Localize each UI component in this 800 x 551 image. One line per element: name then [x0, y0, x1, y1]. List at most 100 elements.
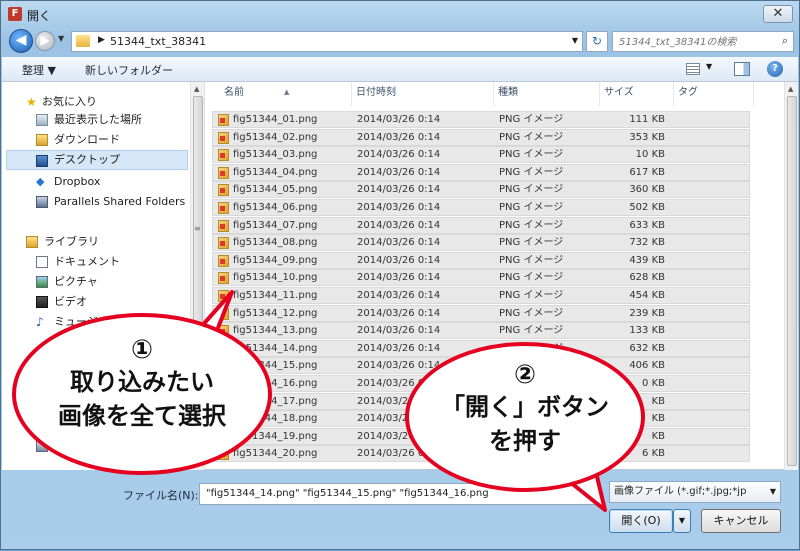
address-dropdown-icon[interactable]: ▼	[572, 36, 578, 45]
new-folder-button[interactable]: 新しいフォルダー	[85, 62, 173, 78]
nav-videos-label: ビデオ	[54, 295, 87, 308]
nav-desktop[interactable]: デスクトップ	[6, 150, 188, 170]
open-button[interactable]: 開く(O)	[609, 509, 673, 533]
nav-downloads[interactable]: ダウンロード	[2, 130, 190, 150]
file-size: KB	[651, 395, 665, 407]
view-options-icon[interactable]	[686, 63, 700, 75]
recent-places-icon	[36, 114, 48, 126]
preview-pane-icon[interactable]	[734, 62, 750, 76]
file-row[interactable]: fig51344_01.png 2014/03/26 0:14 PNG イメージ 11…	[212, 111, 750, 128]
search-box[interactable]: ⌕	[612, 31, 794, 52]
callout-two-number: ②	[513, 360, 536, 390]
file-size: 111 KB	[629, 114, 665, 125]
file-scroll-up-icon[interactable]: ▲	[788, 85, 793, 93]
nav-parallels-shared-label: Parallels Shared Folders	[54, 195, 186, 208]
file-date: 2014/03/26 0:14	[357, 114, 441, 125]
view-dropdown-icon[interactable]: ▼	[706, 62, 712, 71]
column-header-tag[interactable]: タグ	[674, 82, 754, 106]
file-row[interactable]: fig51344_06.png 2014/03/26 0:14 PNG イメージ 50…	[212, 199, 750, 216]
search-input[interactable]	[619, 34, 769, 50]
back-button[interactable]: ◀	[9, 29, 33, 53]
open-options-dropdown[interactable]: ▼	[673, 509, 691, 533]
file-row[interactable]: fig51344_03.png 2014/03/26 0:14 PNG イメージ 10…	[212, 146, 750, 164]
file-name: fig51344_04.png	[233, 166, 318, 178]
nav-recent-places[interactable]: 最近表示した場所	[2, 110, 190, 130]
file-name: fig51344_11.png	[233, 290, 318, 301]
file-size: 239 KB	[629, 307, 665, 319]
file-type: PNG イメージ	[499, 166, 564, 178]
scroll-grip-icon: ≡	[194, 224, 201, 233]
organize-button[interactable]: 整理 ▼	[22, 62, 56, 78]
file-row[interactable]: fig51344_09.png 2014/03/26 0:14 PNG イメージ 43…	[212, 251, 750, 269]
png-file-icon	[218, 219, 229, 232]
file-row[interactable]: fig51344_08.png 2014/03/26 0:14 PNG イメージ 73…	[212, 234, 750, 252]
column-header-date[interactable]: 日付時刻	[352, 82, 494, 106]
nav-downloads-label: ダウンロード	[54, 133, 120, 146]
file-size: 454 KB	[629, 290, 665, 301]
nav-documents-label: ドキュメント	[54, 255, 120, 268]
file-scroll-thumb[interactable]	[787, 96, 797, 466]
callout-one-line2: 画像を全て選択	[58, 402, 226, 430]
file-row[interactable]: fig51344_05.png 2014/03/26 0:14 PNG イメージ 36…	[212, 181, 750, 199]
column-header-type[interactable]: 種類	[494, 82, 600, 106]
file-name: fig51344_12.png	[233, 307, 318, 319]
file-size: 628 KB	[629, 272, 665, 284]
column-header-size[interactable]: サイズ	[600, 82, 674, 106]
file-row[interactable]: fig51344_13.png 2014/03/26 0:14 PNG イメージ 13…	[212, 322, 750, 340]
filetype-select-value: 画像ファイル (*.gif;*.jpg;*jp	[614, 486, 747, 497]
nav-dropbox[interactable]: ◆ Dropbox	[2, 172, 190, 192]
path-separator-icon[interactable]: ▶	[98, 35, 105, 45]
file-size: 133 KB	[629, 325, 665, 337]
file-list-scrollbar[interactable]: ▲	[784, 82, 798, 470]
address-path[interactable]: 51344_txt_38341	[110, 35, 206, 48]
file-type: PNG イメージ	[499, 307, 564, 319]
png-file-icon	[218, 114, 229, 126]
file-date: 2014/03/26 0:14	[357, 219, 441, 231]
downloads-folder-icon	[36, 134, 48, 146]
dropbox-icon: ◆	[36, 175, 45, 188]
file-date: 2014/03/26 0:14	[357, 184, 441, 196]
folder-icon	[76, 35, 90, 47]
nav-parallels-shared[interactable]: Parallels Shared Folders	[2, 192, 190, 212]
file-row[interactable]: fig51344_02.png 2014/03/26 0:14 PNG イメージ 35…	[212, 128, 750, 146]
filetype-dropdown-icon[interactable]: ▼	[770, 482, 776, 502]
file-type: PNG イメージ	[499, 149, 564, 161]
search-icon[interactable]: ⌕	[782, 34, 788, 48]
star-icon: ★	[26, 95, 37, 109]
nav-library[interactable]: ライブラリ	[2, 232, 190, 252]
file-date: 2014/03/26 0:14	[357, 290, 441, 301]
file-row[interactable]: fig51344_11.png 2014/03/26 0:14 PNG イメージ 45…	[212, 287, 750, 304]
filetype-select[interactable]: 画像ファイル (*.gif;*.jpg;*jp ▼	[609, 481, 781, 503]
file-type: PNG イメージ	[499, 237, 564, 249]
nav-documents[interactable]: ドキュメント	[2, 252, 190, 272]
callout-one-line1: 取り込みたい	[70, 368, 214, 396]
column-header-name[interactable]: ▲ 名前	[212, 82, 352, 106]
address-bar[interactable]: ▶ 51344_txt_38341 ▼	[71, 31, 583, 52]
pictures-icon	[36, 276, 48, 288]
nav-videos[interactable]: ビデオ	[2, 292, 190, 312]
close-button[interactable]: ✕	[763, 5, 793, 23]
file-date: 2014/03/26 0:14	[357, 202, 441, 213]
scroll-up-icon[interactable]: ▲	[194, 85, 199, 93]
file-row[interactable]: fig51344_07.png 2014/03/26 0:14 PNG イメージ 63…	[212, 216, 750, 234]
nav-pictures[interactable]: ピクチャ	[2, 272, 190, 292]
shared-folder-icon	[36, 196, 48, 208]
file-row[interactable]: fig51344_04.png 2014/03/26 0:14 PNG イメージ 61…	[212, 163, 750, 181]
file-name: fig51344_20.png	[233, 448, 318, 460]
cancel-button[interactable]: キャンセル	[701, 509, 781, 533]
refresh-button[interactable]: ↻	[586, 31, 608, 52]
file-date: 2014/03/26 0:14	[357, 166, 441, 178]
png-file-icon	[218, 202, 229, 214]
forward-button[interactable]: ▶	[35, 31, 55, 51]
callout-two-line1: 「開く」ボタン	[441, 393, 609, 421]
history-dropdown-icon[interactable]: ▼	[58, 34, 64, 43]
file-row[interactable]: fig51344_10.png 2014/03/26 0:14 PNG イメージ 62…	[212, 269, 750, 287]
file-row[interactable]: fig51344_12.png 2014/03/26 0:14 PNG イメージ 23…	[212, 304, 750, 322]
file-type: PNG イメージ	[499, 114, 564, 125]
documents-icon	[36, 256, 48, 268]
nav-favorites[interactable]: ★ お気に入り	[2, 92, 190, 112]
file-date: 2014/03/26 0:14	[357, 131, 441, 143]
file-type: PNG イメージ	[499, 184, 564, 196]
callout-one-number: ①	[130, 335, 153, 365]
help-icon[interactable]: ?	[767, 61, 783, 77]
